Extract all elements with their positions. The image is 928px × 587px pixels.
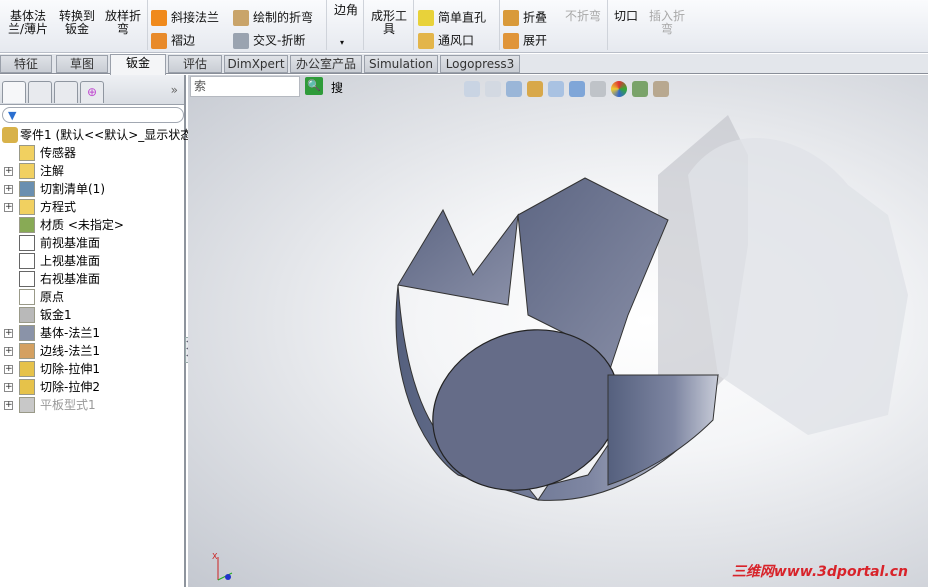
material-icon [19,217,35,233]
simple-hole-button[interactable]: 简单直孔 [418,10,486,26]
base-flange-icon [19,325,35,341]
simple-hole-icon [418,10,434,26]
divider [147,0,148,50]
forming-tool-button[interactable]: 成形工 具 [367,10,411,36]
hem-icon [151,33,167,49]
cross-break-button[interactable]: 交叉-折断 [233,33,305,49]
tree-item[interactable]: 上视基准面 [0,252,184,270]
tab-6[interactable]: Simulation [364,55,438,73]
sheet-metal-part-model[interactable]: X [188,75,928,587]
vent-icon [418,33,434,49]
plane-icon [19,253,35,269]
tab-1[interactable]: 草图 [56,55,108,73]
fold-icon [503,10,519,26]
miter-flange-button[interactable]: 斜接法兰 [151,10,219,26]
equation-icon [19,199,35,215]
tab-0[interactable]: 特征 [0,55,52,73]
tree-item[interactable]: + 注解 [0,162,184,180]
panel-tabs: ⊕ » [0,75,184,105]
expand-icon[interactable]: + [4,401,13,410]
expand-icon[interactable]: + [4,185,13,194]
svg-text:X: X [212,552,218,561]
divider [326,0,327,50]
property-manager-tab-icon[interactable] [28,81,52,103]
fold-button[interactable]: 折叠 [503,10,547,26]
filter-icon: ▼ [8,109,17,122]
tree-item[interactable]: + 切除-拉伸2 [0,378,184,396]
dimxpert-tab-icon[interactable]: ⊕ [80,81,104,103]
tree-item[interactable]: 钣金1 [0,306,184,324]
edge-flange-icon [19,343,35,359]
tree-item[interactable]: + 平板型式1 [0,396,184,414]
flat-pattern-icon [19,397,35,413]
tab-2[interactable]: 钣金 [110,54,166,75]
tree-item[interactable]: + 基体-法兰1 [0,324,184,342]
hem-button[interactable]: 褶边 [151,33,195,49]
corners-button[interactable]: 边角 [332,4,360,17]
sketched-bend-icon [233,10,249,26]
corners-dropdown-icon[interactable]: ▾ [340,36,344,49]
tree-item[interactable]: 传感器 [0,144,184,162]
feature-tree: 零件1 (默认<<默认>_显示状态 传感器 + 注解 + 切割清单(1) + 方程式 材质 <… [0,126,192,414]
tab-7[interactable]: Logopress3 [440,55,520,73]
part-reflection [688,137,908,435]
command-manager-tabs: 特征 草图 钣金 评估 DimXpert 办公室产品 Simulation Logopress… [0,54,928,75]
cut-extrude-icon [19,379,35,395]
plane-icon [19,235,35,251]
triad-axis-icon: X [212,552,233,581]
expand-icon[interactable]: + [4,167,13,176]
no-bends-button[interactable]: 不折弯 [565,10,601,23]
lofted-bend-button[interactable]: 放样折 弯 [101,10,145,36]
tree-item[interactable]: 右视基准面 [0,270,184,288]
expand-icon[interactable]: + [4,329,13,338]
rip-button[interactable]: 切口 [614,10,638,23]
tree-item[interactable]: + 切割清单(1) [0,180,184,198]
sketched-bend-button[interactable]: 绘制的折弯 [233,10,313,26]
plane-icon [19,271,35,287]
tree-item[interactable]: 前视基准面 [0,234,184,252]
sensor-icon [19,145,35,161]
tree-item[interactable]: 材质 <未指定> [0,216,184,234]
convert-to-sheetmetal-button[interactable]: 转换到 钣金 [55,10,99,36]
divider [363,0,364,50]
annotation-icon [19,163,35,179]
configuration-manager-tab-icon[interactable] [54,81,78,103]
cut-list-icon [19,181,35,197]
base-flange-button[interactable]: 基体法 兰/薄片 [6,10,50,36]
tree-item[interactable]: + 边线-法兰1 [0,342,184,360]
sheetmetal-icon [19,307,35,323]
ribbon-toolbar: 基体法 兰/薄片 转换到 钣金 放样折 弯 斜接法兰 褶边 绘制的折弯 交叉-折… [0,0,928,53]
watermark: 三维网www.3dportal.cn [731,564,908,580]
flange-left [397,208,519,306]
vent-button[interactable]: 通风口 [418,33,474,49]
expand-icon[interactable]: + [4,203,13,212]
tree-item[interactable]: 原点 [0,288,184,306]
unfold-button[interactable]: 展开 [503,33,547,49]
feature-manager-panel: ⊕ » ▼ 零件1 (默认<<默认>_显示状态 传感器 + 注解 + 切割清单(1) + 方… [0,75,192,587]
origin-icon [19,289,35,305]
unfold-icon [503,33,519,49]
expand-chevron-icon[interactable]: » [171,83,178,97]
divider [413,0,414,50]
divider [607,0,608,50]
tab-4[interactable]: DimXpert [224,55,288,73]
feature-tree-tab-icon[interactable] [2,81,26,103]
expand-icon[interactable]: + [4,365,13,374]
expand-icon[interactable]: + [4,347,13,356]
tree-filter[interactable]: ▼ [2,107,184,123]
tree-item[interactable]: + 方程式 [0,198,184,216]
cross-break-icon [233,33,249,49]
graphics-viewport[interactable]: 索 🔍 搜 X 三维网www.3dportal.cn [188,75,928,587]
part-icon [2,127,18,143]
tab-5[interactable]: 办公室产品 [290,55,362,73]
tree-root[interactable]: 零件1 (默认<<默认>_显示状态 [0,126,192,144]
flange-right-lower [607,374,719,486]
cut-extrude-icon [19,361,35,377]
miter-flange-icon [151,10,167,26]
tree-item[interactable]: + 切除-拉伸1 [0,360,184,378]
insert-bends-button[interactable]: 插入折 弯 [646,10,688,36]
tab-3[interactable]: 评估 [168,55,222,73]
divider [499,0,500,50]
expand-icon[interactable]: + [4,383,13,392]
